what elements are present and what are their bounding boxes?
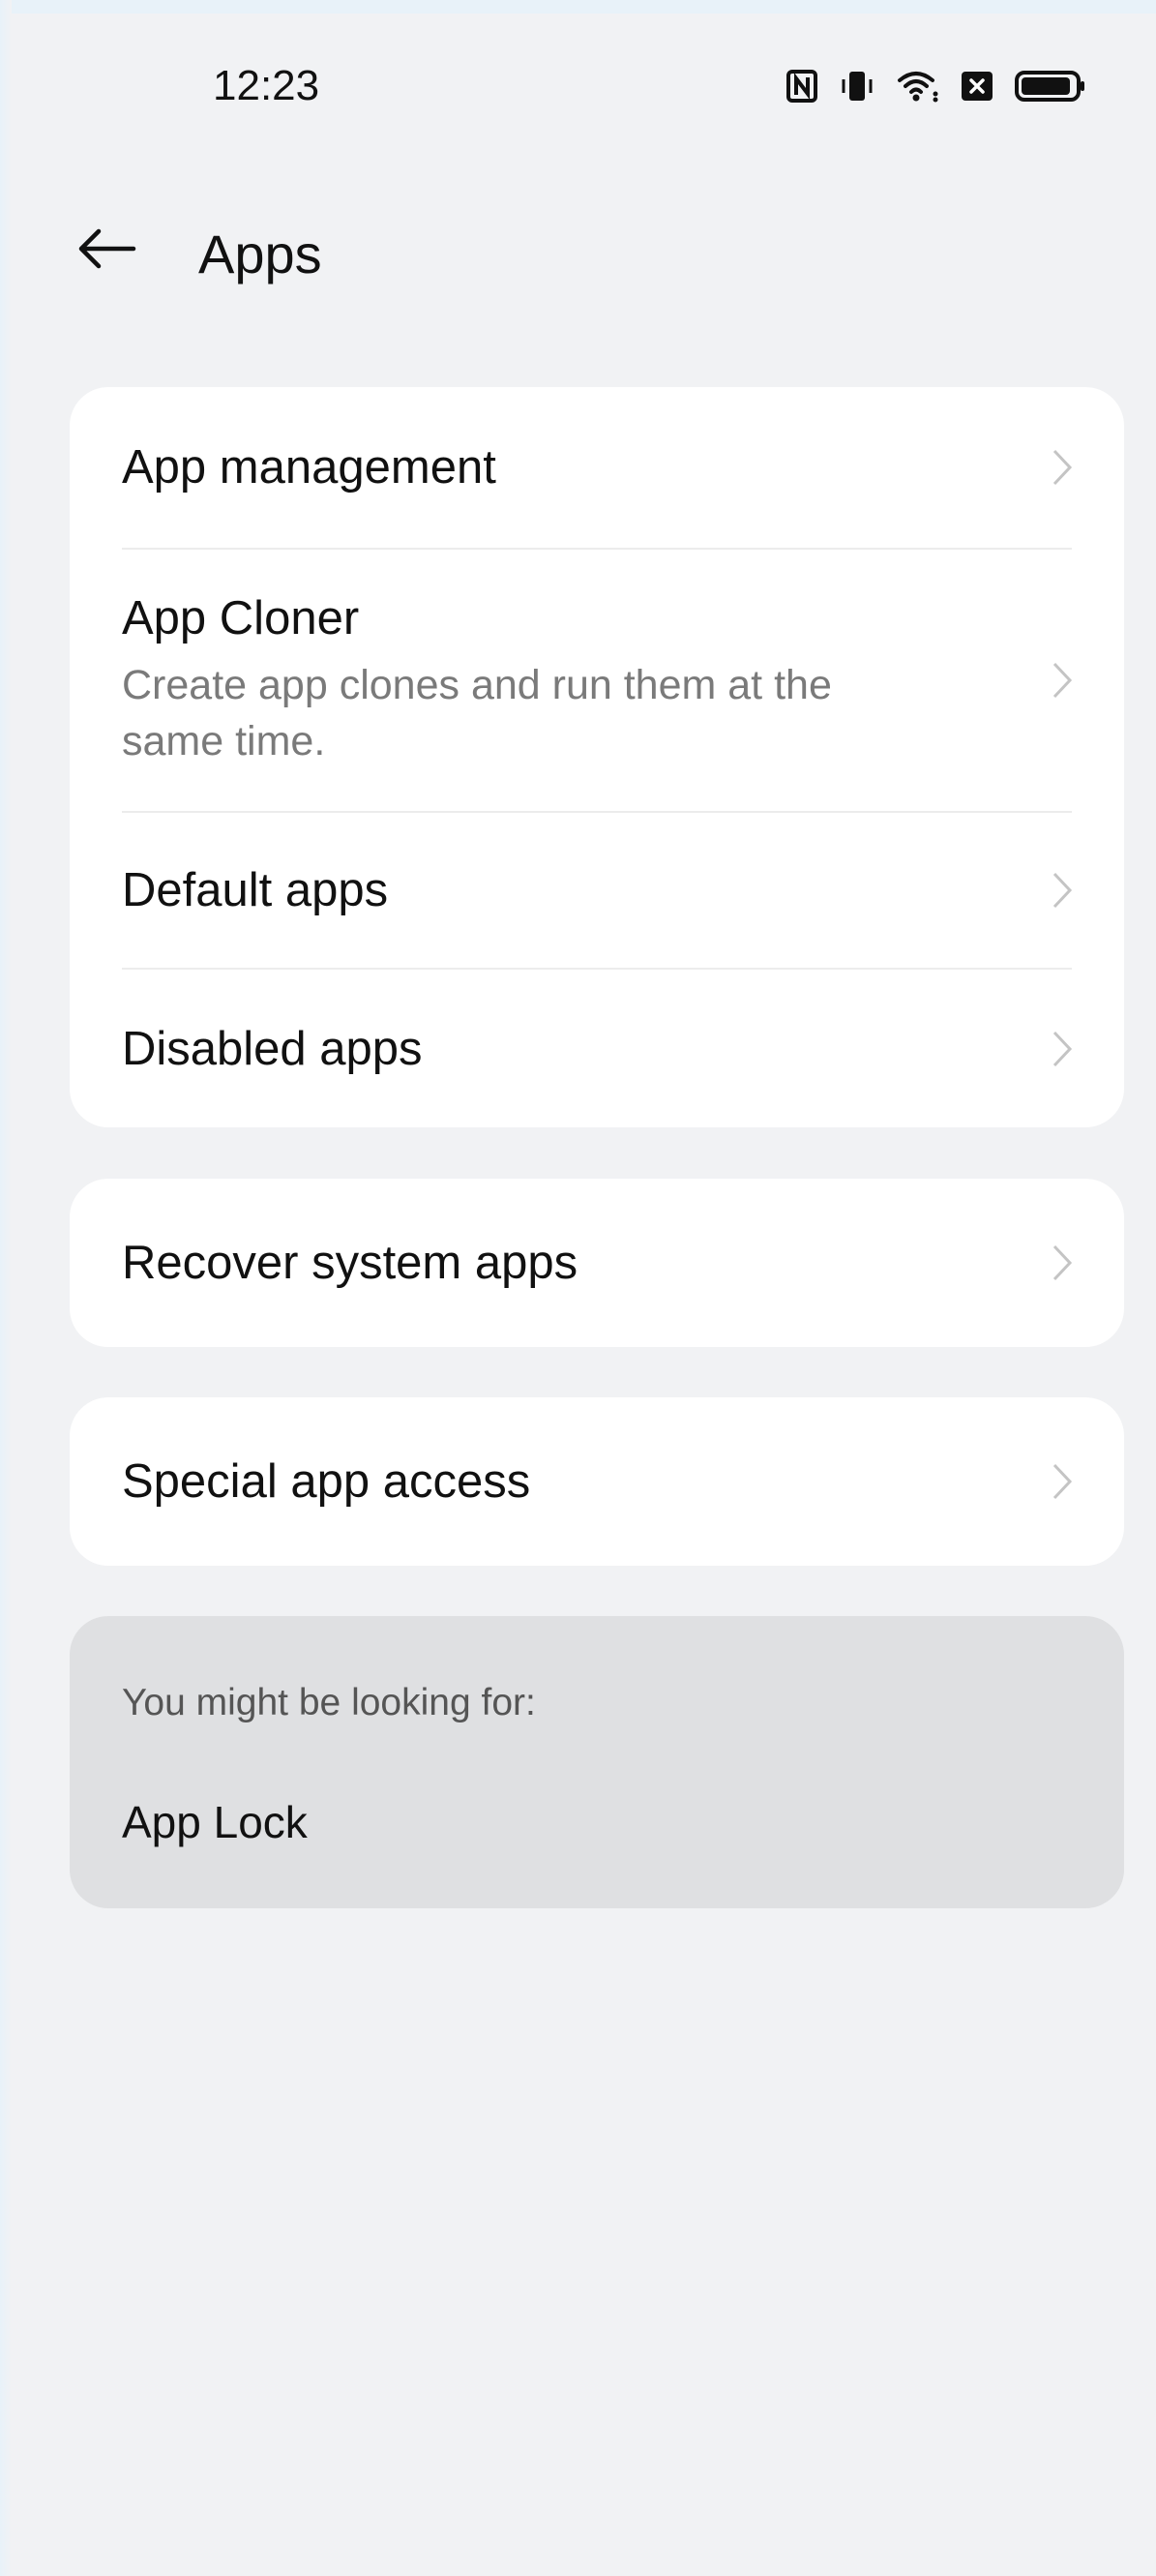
disabled-apps-row[interactable]: Disabled apps [70, 970, 1124, 1127]
recover-system-apps-row[interactable]: Recover system apps [70, 1179, 1124, 1347]
special-access-group: Special app access [70, 1397, 1124, 1566]
chevron-right-icon [1043, 1025, 1082, 1073]
suggestions-heading: You might be looking for: [122, 1682, 536, 1723]
header: Apps [0, 194, 1156, 310]
chevron-right-icon [1043, 656, 1082, 704]
app-management-row[interactable]: App management [70, 387, 1124, 548]
default-apps-row[interactable]: Default apps [70, 813, 1124, 968]
left-edge [0, 0, 12, 2576]
recover-system-apps-label: Recover system apps [122, 1237, 578, 1289]
app-management-label: App management [122, 441, 496, 494]
chevron-right-icon [1043, 443, 1082, 492]
nfc-icon [786, 70, 817, 103]
suggestions-card: You might be looking for: App Lock [70, 1616, 1124, 1908]
status-icons [786, 66, 1086, 106]
special-app-access-label: Special app access [122, 1455, 531, 1508]
page-title: Apps [198, 224, 322, 285]
chevron-right-icon [1043, 1457, 1082, 1506]
wifi-icon [897, 69, 939, 104]
special-app-access-row[interactable]: Special app access [70, 1397, 1124, 1566]
app-cloner-row[interactable]: App Cloner Create app clones and run the… [70, 550, 1124, 811]
default-apps-label: Default apps [122, 864, 389, 916]
app-cloner-label: App Cloner [122, 592, 360, 644]
recover-group: Recover system apps [70, 1179, 1124, 1347]
chevron-right-icon [1043, 1239, 1082, 1287]
status-bar: 12:23 [0, 43, 1156, 130]
app-cloner-description: Create app clones and run them at the sa… [122, 662, 832, 764]
chevron-right-icon [1043, 866, 1082, 914]
apps-settings-group: App management App Cloner Create app clo… [70, 387, 1124, 1127]
status-time: 12:23 [213, 62, 320, 109]
vibrate-icon [839, 70, 875, 103]
battery-icon [1015, 71, 1086, 102]
back-arrow-icon [75, 227, 137, 275]
back-button[interactable] [68, 217, 145, 285]
top-edge [0, 0, 1156, 14]
disabled-apps-label: Disabled apps [122, 1022, 423, 1075]
suggestion-app-lock[interactable]: App Lock [122, 1796, 308, 1848]
no-sim-icon [961, 71, 993, 102]
